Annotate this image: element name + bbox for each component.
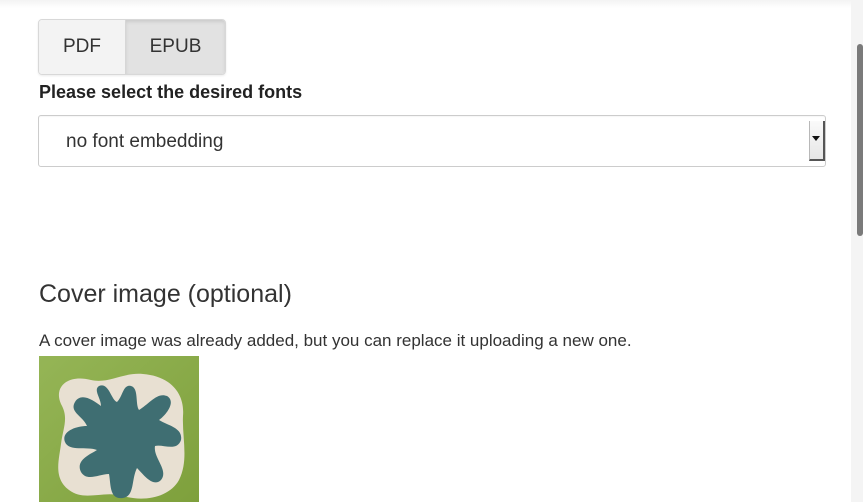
font-select-value: no font embedding: [66, 131, 224, 152]
select-dropdown-button[interactable]: [809, 121, 825, 161]
fonts-label: Please select the desired fonts: [39, 82, 303, 102]
chevron-down-icon: [812, 136, 820, 141]
tab-pdf[interactable]: PDF: [39, 20, 126, 74]
cover-image-graphic: [39, 356, 199, 502]
top-shade: [0, 0, 851, 8]
cover-note: A cover image was already added, but you…: [39, 331, 632, 350]
cover-heading: Cover image (optional): [39, 280, 292, 308]
scrollbar-thumb[interactable]: [857, 44, 863, 236]
tab-epub[interactable]: EPUB: [126, 20, 225, 74]
cover-image: [39, 356, 199, 502]
format-tabs: PDF EPUB: [38, 19, 226, 75]
font-select[interactable]: no font embedding: [38, 115, 826, 167]
